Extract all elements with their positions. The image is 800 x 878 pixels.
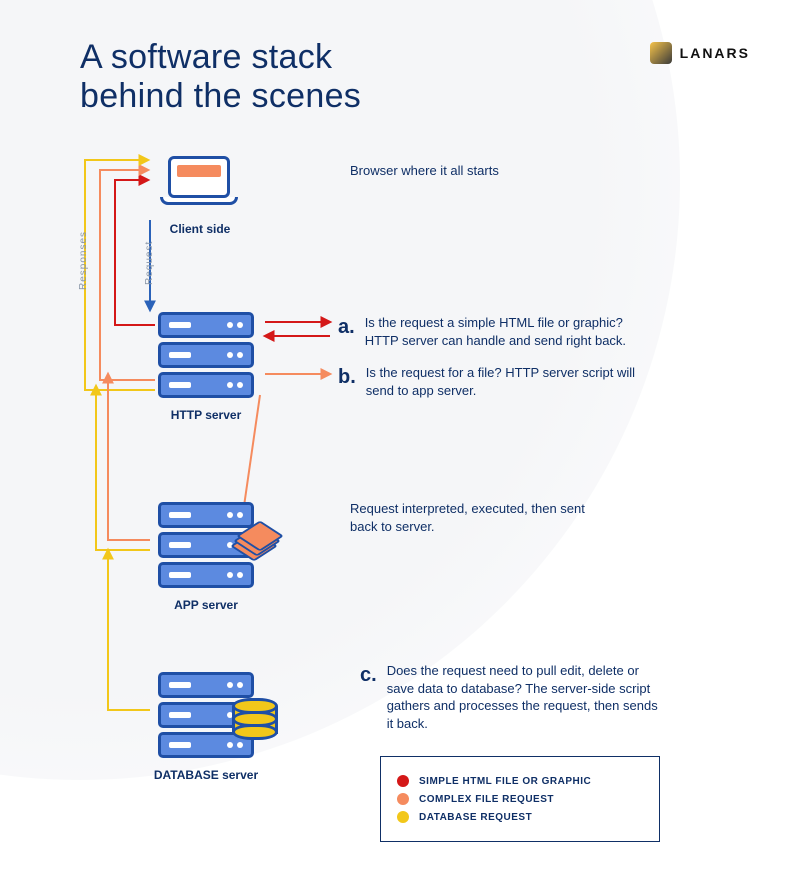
brand-name: LANARS [680,45,750,61]
responses-label: Responses [78,231,89,290]
page-title: A software stack behind the scenes [80,38,361,116]
client-desc: Browser where it all starts [350,162,499,180]
request-label: Request [144,241,155,285]
http-server-icon [158,312,254,402]
legend-item-complex: COMPLEX FILE REQUEST [397,793,643,805]
client-label: Client side [140,222,260,236]
legend-dot-orange-icon [397,793,409,805]
http-desc-b: b. Is the request for a file? HTTP serve… [338,364,638,399]
legend: SIMPLE HTML FILE OR GRAPHIC COMPLEX FILE… [380,756,660,842]
legend-item-simple: SIMPLE HTML FILE OR GRAPHIC [397,775,643,787]
text-c: Does the request need to pull edit, dele… [387,662,660,732]
code-stack-icon [238,522,272,556]
legend-item-database: DATABASE REQUEST [397,811,643,823]
database-disks-icon [232,698,278,750]
db-desc-c: c. Does the request need to pull edit, d… [360,662,660,732]
brand-logo-icon [650,42,672,64]
legend-dot-red-icon [397,775,409,787]
text-b: Is the request for a file? HTTP server s… [366,364,638,399]
client-laptop-icon [160,156,238,212]
http-server-label: HTTP server [146,408,266,422]
lead-a: a. [338,314,355,341]
lead-b: b. [338,364,356,391]
legend-dot-yellow-icon [397,811,409,823]
database-server-label: DATABASE server [146,768,266,782]
legend-label-complex: COMPLEX FILE REQUEST [419,794,554,805]
architecture-diagram: Responses Request Client side Browser wh… [0,150,800,870]
legend-label-database: DATABASE REQUEST [419,812,532,823]
legend-label-simple: SIMPLE HTML FILE OR GRAPHIC [419,776,591,787]
app-desc: Request interpreted, executed, then sent… [350,500,610,535]
lead-c: c. [360,662,377,689]
brand: LANARS [650,42,750,64]
app-server-label: APP server [146,598,266,612]
text-a: Is the request a simple HTML file or gra… [365,314,638,349]
http-desc-a: a. Is the request a simple HTML file or … [338,314,638,349]
